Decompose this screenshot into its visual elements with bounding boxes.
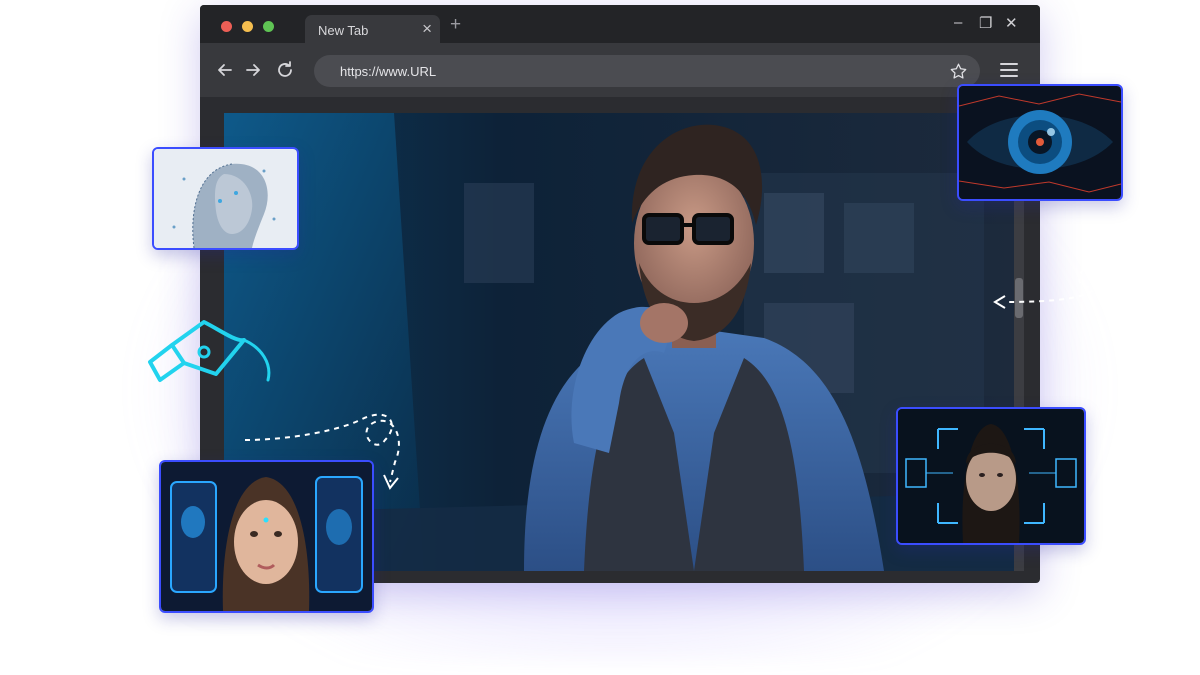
pen-tool-icon: [148, 320, 271, 382]
face-scan-woman-image: [159, 460, 374, 613]
dashed-arrow-right: [1004, 197, 1114, 303]
ai-digital-face-image: [152, 147, 299, 250]
face-recognition-man-image: [896, 407, 1086, 545]
cyber-eye-image: [957, 84, 1123, 201]
